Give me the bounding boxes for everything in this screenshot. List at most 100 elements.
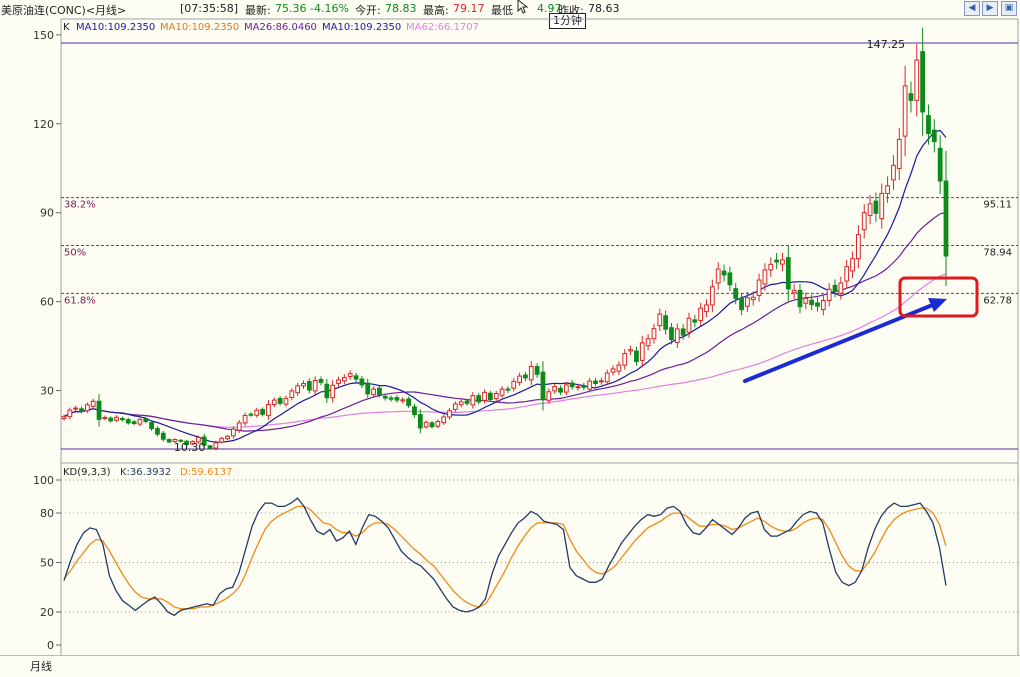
candle-body	[663, 315, 669, 330]
candle-body	[517, 375, 522, 383]
candle-body	[61, 416, 67, 420]
candle-body	[867, 203, 873, 216]
candle-body	[780, 259, 785, 265]
min-price-label: 10.30	[174, 441, 206, 454]
candle-body	[365, 382, 371, 395]
candle-body	[838, 282, 844, 294]
candle-body	[855, 234, 861, 260]
candle-body	[674, 328, 680, 343]
kd-tick-label: 80	[40, 507, 54, 520]
legend-ma1: MA10:109.2350	[76, 22, 155, 33]
candle-body	[540, 371, 546, 400]
candle-body	[488, 392, 493, 400]
candle-body	[283, 397, 289, 405]
fib-value-label: 62.78	[983, 295, 1012, 306]
candle-body	[628, 349, 633, 352]
candle-body	[844, 266, 850, 282]
candle-body	[610, 368, 616, 373]
candle-body	[639, 342, 645, 361]
candle-body	[634, 350, 639, 363]
candle-body	[84, 404, 90, 412]
candle-body	[277, 397, 283, 404]
candle-body	[219, 437, 225, 443]
y-tick-label: 120	[33, 118, 54, 131]
candle-body	[137, 418, 143, 425]
candle-body	[528, 366, 534, 381]
kd-panel-frame	[60, 462, 1019, 657]
candle-body	[429, 422, 435, 428]
kd-tick-label: 50	[40, 557, 54, 570]
candle-body	[704, 304, 709, 313]
candle-body	[248, 413, 254, 416]
candle-body	[330, 384, 336, 399]
candle-body	[79, 408, 84, 412]
candle-body	[482, 391, 487, 401]
candle-body	[750, 296, 756, 301]
candle-body	[125, 419, 131, 424]
candle-body	[347, 373, 353, 378]
candle-body	[523, 374, 528, 379]
legend-k: K	[63, 22, 70, 33]
candle-body	[698, 307, 704, 322]
candle-body	[388, 397, 394, 400]
candle-body	[563, 384, 569, 393]
fib-percent-label: 38.2%	[64, 200, 96, 211]
candle-body	[166, 439, 172, 443]
candle-body	[295, 385, 301, 394]
candle-body	[803, 297, 809, 304]
candle-body	[902, 85, 908, 137]
legend-ma4: MA10:109.2350	[322, 22, 401, 33]
candle-body	[417, 414, 423, 429]
candle-body	[271, 399, 277, 406]
candle-body	[476, 395, 482, 403]
kd-k-line	[63, 497, 947, 617]
candle-body	[809, 299, 815, 306]
candle-body	[452, 403, 458, 410]
candle-body	[680, 328, 686, 336]
candle-body	[160, 432, 166, 440]
legend-ma2: MA10:109.2350	[160, 22, 239, 33]
fibonacci-levels: 38.2% 95.11 50% 78.94 61.8% 62.78	[61, 197, 1018, 306]
kd-tick-label: 100	[33, 474, 54, 487]
candle-body	[289, 390, 295, 398]
candle-body	[692, 319, 698, 323]
candle-body	[359, 378, 365, 386]
candle-body	[832, 284, 838, 292]
candle-body	[861, 212, 867, 231]
candle-body	[149, 422, 155, 430]
candle-body	[266, 404, 271, 417]
candle-body	[458, 401, 464, 406]
candle-body	[312, 380, 318, 392]
candle-body	[213, 442, 219, 449]
candle-body	[400, 399, 406, 402]
candle-body	[301, 382, 306, 387]
kd-tick-label: 20	[40, 606, 54, 619]
candle-body	[587, 380, 593, 390]
candle-body	[739, 297, 744, 311]
max-price-label: 147.25	[867, 38, 906, 51]
candle-body	[558, 387, 563, 393]
candle-body	[727, 272, 733, 286]
candle-body	[593, 380, 598, 384]
candle-body	[493, 393, 499, 400]
candle-body	[581, 385, 587, 388]
y-tick-label: 90	[40, 207, 54, 220]
kd-legend-k: K:36.3932	[120, 467, 171, 478]
candle-body	[260, 408, 265, 415]
candle-body	[534, 366, 540, 375]
candle-body	[306, 381, 312, 391]
legend-ma5: MA62:66.1707	[406, 22, 479, 33]
fib-value-label: 95.11	[983, 200, 1012, 211]
candle-body	[552, 385, 558, 392]
trend-arrow	[743, 298, 947, 383]
kd-y-axis: 0 20 50 80 100	[33, 474, 1018, 652]
candle-body	[242, 415, 248, 424]
candle-body	[575, 386, 581, 389]
candle-body	[353, 375, 359, 380]
fib-value-label: 78.94	[983, 248, 1012, 259]
candle-body	[447, 410, 452, 418]
candle-body	[815, 302, 820, 307]
candle-body	[207, 445, 213, 449]
candle-body	[762, 269, 768, 285]
y-tick-label: 60	[40, 296, 54, 309]
